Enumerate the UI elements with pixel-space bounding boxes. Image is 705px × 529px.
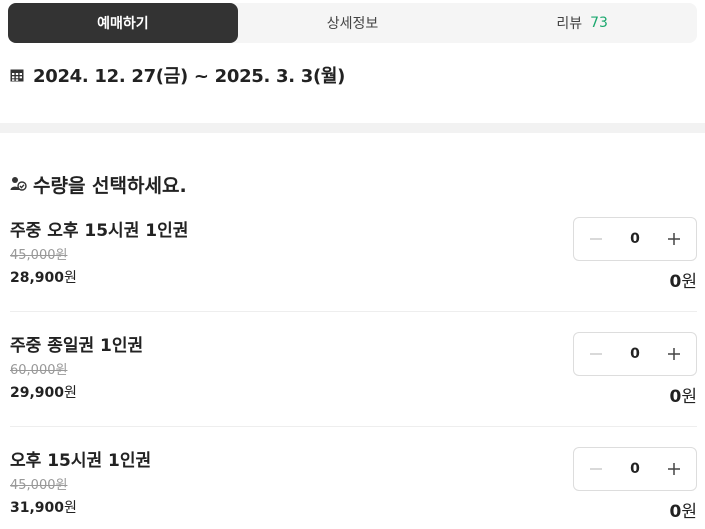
sale-price: 31,900원: [10, 497, 77, 517]
review-count-badge: 73: [590, 15, 608, 31]
tab-reviews[interactable]: 리뷰 73: [467, 3, 697, 43]
quantity-section-header: 수량을 선택하세요.: [10, 170, 187, 198]
sale-price-amount: 28,900: [10, 270, 65, 286]
subtotal-unit: 원: [681, 502, 697, 522]
ticket-option: 오후 15시권 1인권 45,000원 31,900원 0 0원: [0, 446, 705, 529]
original-price: 45,000원: [10, 248, 68, 263]
increase-button[interactable]: [666, 461, 682, 477]
sale-price-currency: 원: [64, 270, 77, 286]
event-period: 2024. 12. 27(금) ~ 2025. 3. 3(월): [10, 62, 345, 88]
quantity-stepper: 0: [573, 332, 697, 376]
minus-icon: [590, 238, 602, 240]
subtotal: 0원: [670, 497, 697, 522]
subtotal-amount: 0: [669, 502, 682, 522]
subtotal: 0원: [670, 382, 697, 407]
decrease-button[interactable]: [588, 461, 604, 477]
tab-reviews-label: 리뷰: [556, 16, 583, 32]
subtotal-unit: 원: [681, 272, 697, 292]
subtotal: 0원: [670, 267, 697, 292]
quantity-section-title: 수량을 선택하세요.: [33, 174, 187, 197]
quantity-value[interactable]: 0: [620, 461, 650, 477]
quantity-stepper: 0: [573, 447, 697, 491]
increase-button[interactable]: [666, 346, 682, 362]
sale-price-currency: 원: [64, 500, 77, 516]
tab-booking-label: 예매하기: [97, 16, 149, 32]
decrease-button[interactable]: [588, 346, 604, 362]
original-price: 45,000원: [10, 478, 68, 493]
sale-price-amount: 29,900: [10, 385, 65, 401]
tab-booking[interactable]: 예매하기: [8, 3, 238, 43]
decrease-button[interactable]: [588, 231, 604, 247]
ticket-name: 오후 15시권 1인권: [10, 451, 152, 471]
people-icon: [10, 177, 27, 191]
quantity-value[interactable]: 0: [620, 231, 650, 247]
plus-icon: [668, 233, 680, 245]
increase-button[interactable]: [666, 231, 682, 247]
plus-icon: [668, 463, 680, 475]
subtotal-unit: 원: [681, 387, 697, 407]
original-price: 60,000원: [10, 363, 68, 378]
sale-price-amount: 31,900: [10, 500, 65, 516]
ticket-name: 주중 오후 15시권 1인권: [10, 221, 189, 241]
tab-details[interactable]: 상세정보: [238, 3, 468, 43]
tab-bar: 예매하기 상세정보 리뷰 73: [8, 3, 697, 43]
ticket-option: 주중 오후 15시권 1인권 45,000원 28,900원 0 0원: [0, 216, 705, 331]
quantity-value[interactable]: 0: [620, 346, 650, 362]
sale-price: 29,900원: [10, 382, 77, 402]
calendar-icon: [10, 69, 24, 82]
plus-icon: [668, 348, 680, 360]
sale-price-currency: 원: [64, 385, 77, 401]
minus-icon: [590, 353, 602, 355]
ticket-name: 주중 종일권 1인권: [10, 336, 144, 356]
row-divider: [10, 311, 697, 312]
row-divider: [10, 426, 697, 427]
event-period-text: 2024. 12. 27(금) ~ 2025. 3. 3(월): [33, 66, 346, 87]
section-divider: [0, 123, 705, 133]
sale-price: 28,900원: [10, 267, 77, 287]
tab-details-label: 상세정보: [326, 16, 379, 32]
minus-icon: [590, 468, 602, 470]
quantity-stepper: 0: [573, 217, 697, 261]
ticket-option: 주중 종일권 1인권 60,000원 29,900원 0 0원: [0, 331, 705, 446]
subtotal-amount: 0: [669, 387, 682, 407]
subtotal-amount: 0: [669, 272, 682, 292]
